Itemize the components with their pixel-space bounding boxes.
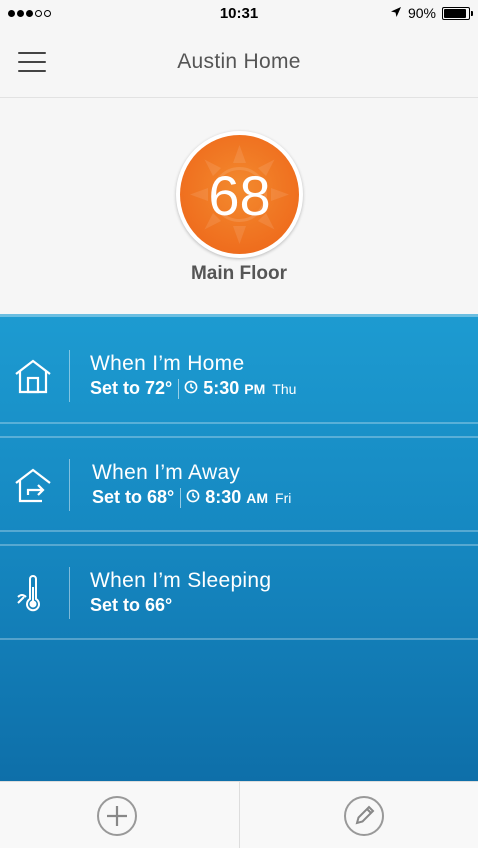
schedule-item-sleeping[interactable]: When I’m Sleeping Set to 66° [0,531,478,636]
schedule-item-details: Set to 68° 8:30 AM Fri [92,487,291,508]
set-to-label: Set to 66° [90,595,173,615]
schedule-time: 5:30 [203,378,240,398]
schedule-item-title: When I’m Home [90,352,245,375]
schedule-time: 8:30 [205,487,242,507]
plus-icon [107,806,127,826]
clock-icon [184,378,198,399]
schedule-item-away[interactable]: When I’m Away Set to 68° 8:30 AM Fri [0,423,478,528]
thermometer-moon-icon [12,573,54,615]
toolbar-divider [239,782,240,848]
pencil-icon [355,805,375,825]
edit-button[interactable] [344,796,384,836]
house-leave-icon [12,465,54,507]
schedule-item-title: When I’m Away [92,461,241,484]
clock-icon [186,487,200,508]
battery-percent: 90% [407,5,436,21]
temperature-dial[interactable]: 68 [176,131,303,258]
schedule-item-details: Set to 66° [90,595,172,616]
battery-icon [442,6,473,20]
divider [0,638,478,640]
add-button[interactable] [97,796,137,836]
schedule-item-details: Set to 72° 5:30 PM Thu [90,378,296,399]
status-right: 90% [390,5,473,21]
set-to-label: Set to 72° [90,378,173,398]
status-bar: 10:31 90% [0,0,478,28]
row-separator [69,350,70,402]
row-separator [69,567,70,619]
current-temperature: 68 [208,164,271,227]
schedule-item-title: When I’m Sleeping [90,569,272,592]
set-to-label: Set to 68° [92,487,175,507]
row-separator [69,459,70,511]
location-arrow-icon [390,5,402,21]
schedule-list: When I’m Home Set to 72° 5:30 PM Thu Whe… [0,314,478,781]
schedule-day: Thu [272,380,297,397]
schedule-ampm: PM [244,380,266,397]
app-header: Austin Home [0,28,478,98]
house-icon [12,356,54,398]
zone-name: Main Floor [190,263,288,284]
schedule-day: Fri [275,489,292,506]
schedule-item-home[interactable]: When I’m Home Set to 72° 5:30 PM Thu [0,314,478,419]
schedule-ampm: AM [246,489,269,506]
page-title: Austin Home [177,50,301,73]
bottom-toolbar [0,781,478,848]
thermostat-panel: 68 Main Floor [0,98,478,314]
